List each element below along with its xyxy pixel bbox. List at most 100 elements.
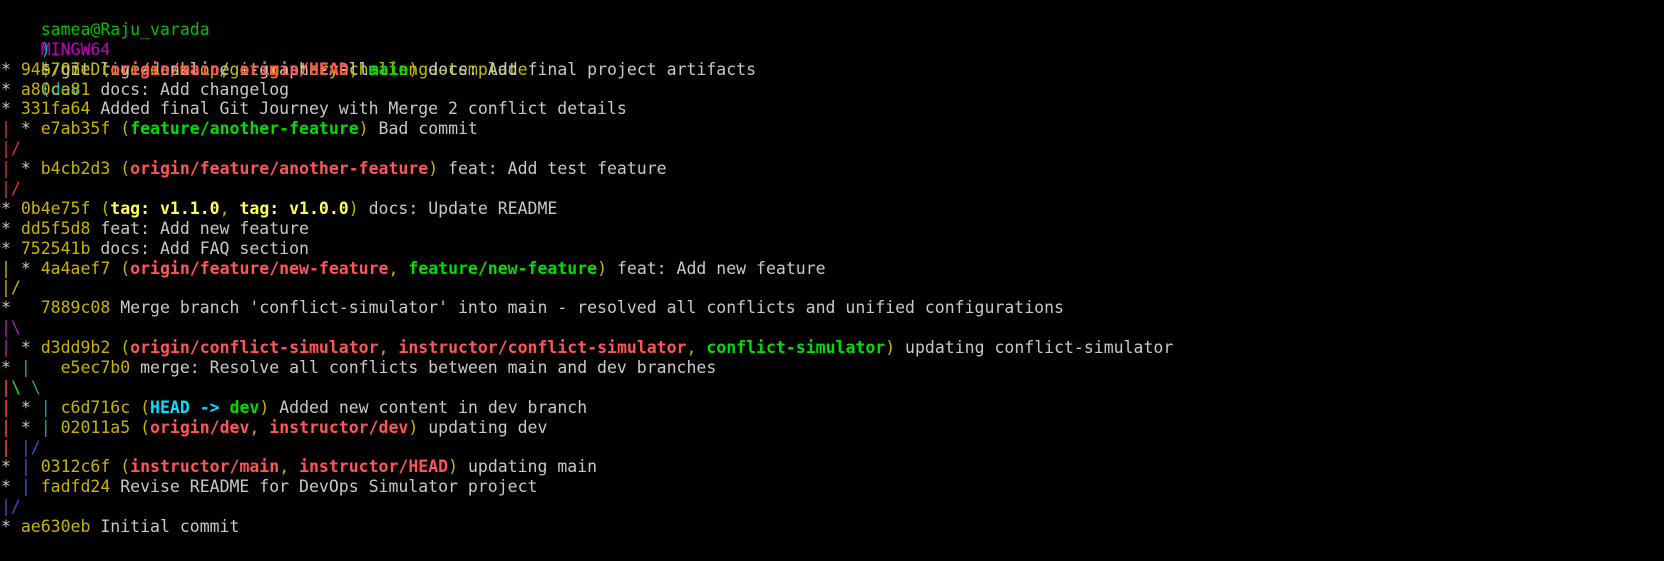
log-segment: |	[1, 397, 11, 417]
log-segment: feature/new-feature	[408, 258, 598, 278]
log-segment: |	[1, 417, 11, 437]
log-segment: origin/main	[110, 59, 220, 79]
log-line: | * | c6d716c (HEAD -> dev) Added new co…	[0, 398, 1664, 418]
log-segment: |	[1, 338, 11, 358]
log-segment: origin/feature/new-feature	[130, 258, 389, 278]
log-segment: e5ec7b0	[60, 358, 131, 378]
log-segment: a80ca81	[20, 79, 91, 99]
log-line: |/	[0, 139, 1664, 159]
log-segment: *	[1, 457, 21, 477]
log-segment: ,	[378, 338, 399, 358]
log-segment: 0b4e75f	[20, 198, 91, 218]
log-segment: |	[20, 457, 31, 477]
log-segment: (	[90, 59, 111, 79]
log-segment: *	[10, 119, 41, 139]
log-line: * 94b7c7e (origin/main, origin/HEAD, mai…	[0, 60, 1664, 80]
log-segment: (	[130, 417, 151, 437]
log-segment: docs: Update README	[358, 198, 558, 218]
log-segment: 4a4aef7	[40, 258, 111, 278]
log-segment: \	[30, 377, 41, 397]
log-line: |\ \	[0, 378, 1664, 398]
log-segment: (	[130, 397, 151, 417]
log-segment: *	[10, 258, 41, 278]
log-segment: )	[408, 59, 419, 79]
log-line: |/	[0, 179, 1664, 199]
log-segment: (	[110, 159, 131, 179]
log-segment: tag: v1.0.0	[239, 198, 349, 218]
log-segment: |	[40, 417, 51, 437]
log-segment: dev	[229, 397, 260, 417]
log-segment	[11, 438, 21, 457]
log-segment: )	[358, 119, 369, 139]
log-segment: feat: Add new feature	[90, 218, 309, 238]
log-segment: c6d716c	[60, 397, 131, 417]
log-segment: *	[1, 99, 21, 119]
log-line: * 0b4e75f (tag: v1.1.0, tag: v1.0.0) doc…	[0, 199, 1664, 219]
log-segment: *	[1, 238, 21, 258]
log-segment: ,	[219, 59, 240, 79]
log-segment: |	[20, 358, 31, 378]
log-line: * | fadfd24 Revise README for DevOps Sim…	[0, 477, 1664, 497]
log-line: * 7889c08 Merge branch 'conflict-simulat…	[0, 298, 1664, 318]
log-segment: HEAD ->	[150, 397, 230, 417]
prompt-user-host: samea@Raju_varada	[40, 19, 210, 39]
log-line: * | 0312c6f (instructor/main, instructor…	[0, 457, 1664, 477]
log-segment: )	[597, 258, 608, 278]
log-segment: 0312c6f	[40, 457, 111, 477]
log-segment: 331fa64	[20, 99, 91, 119]
log-line: * a80ca81 docs: Add changelog	[0, 80, 1664, 100]
log-segment: docs: Add FAQ section	[90, 238, 309, 258]
command-line[interactable]: $ git log --oneline --graph --all	[0, 40, 1664, 79]
log-segment: |	[1, 377, 11, 397]
log-segment: origin/feature/another-feature	[130, 159, 429, 179]
log-segment: fadfd24	[40, 477, 111, 497]
log-segment: |	[40, 397, 51, 417]
log-segment: feat: Add test feature	[438, 159, 667, 179]
log-segment: 7889c08	[40, 298, 111, 318]
log-line: |/	[0, 278, 1664, 298]
prompt-line: samea@Raju_varada MINGW64 ~/OneDrive/des…	[0, 0, 1664, 99]
log-segment: )	[348, 198, 359, 218]
log-segment: |	[1, 437, 11, 457]
terminal-window[interactable]: samea@Raju_varada MINGW64 ~/OneDrive/des…	[0, 0, 1664, 561]
log-segment: *	[1, 59, 21, 79]
log-segment: *	[1, 477, 21, 497]
log-line: |/	[0, 497, 1664, 517]
log-line: | |/	[0, 438, 1664, 458]
log-segment: docs: Add final project artifacts	[418, 59, 757, 79]
log-segment: ,	[219, 198, 240, 218]
log-segment: |/	[1, 179, 21, 199]
log-segment: *	[10, 397, 41, 417]
log-line: * ae630eb Initial commit	[0, 517, 1664, 537]
log-segment: |/	[1, 139, 21, 159]
log-segment: Initial commit	[90, 517, 240, 537]
log-segment: dd5f5d8	[20, 218, 91, 238]
log-segment: updating dev	[418, 417, 548, 437]
log-line: | * | 02011a5 (origin/dev, instructor/de…	[0, 418, 1664, 438]
log-segment: d3dd9b2	[40, 338, 111, 358]
log-segment: instructor/conflict-simulator	[398, 338, 687, 358]
log-segment: |	[1, 119, 11, 139]
log-segment: *	[1, 358, 21, 378]
log-segment: *	[1, 218, 21, 238]
log-segment: (	[110, 119, 131, 139]
log-segment: tag: v1.1.0	[110, 198, 220, 218]
log-segment: instructor/HEAD	[299, 457, 449, 477]
log-segment: Merge branch 'conflict-simulator' into m…	[110, 298, 1064, 318]
log-segment: )	[408, 417, 419, 437]
log-segment: feature/another-feature	[130, 119, 359, 139]
prompt-system: MINGW64	[40, 39, 111, 59]
log-segment: |	[1, 159, 11, 179]
log-segment: docs: Add changelog	[90, 79, 290, 99]
log-segment: ,	[348, 59, 369, 79]
log-segment	[51, 418, 61, 437]
log-line: * | e5ec7b0 merge: Resolve all conflicts…	[0, 358, 1664, 378]
log-segment: (	[110, 457, 131, 477]
log-segment: |	[1, 258, 11, 278]
log-segment: origin/HEAD	[239, 59, 349, 79]
log-segment: conflict-simulator	[706, 338, 886, 358]
log-segment	[31, 358, 61, 377]
log-segment: )	[885, 338, 896, 358]
log-segment: ,	[249, 417, 270, 437]
log-segment: 94b7c7e	[20, 59, 91, 79]
